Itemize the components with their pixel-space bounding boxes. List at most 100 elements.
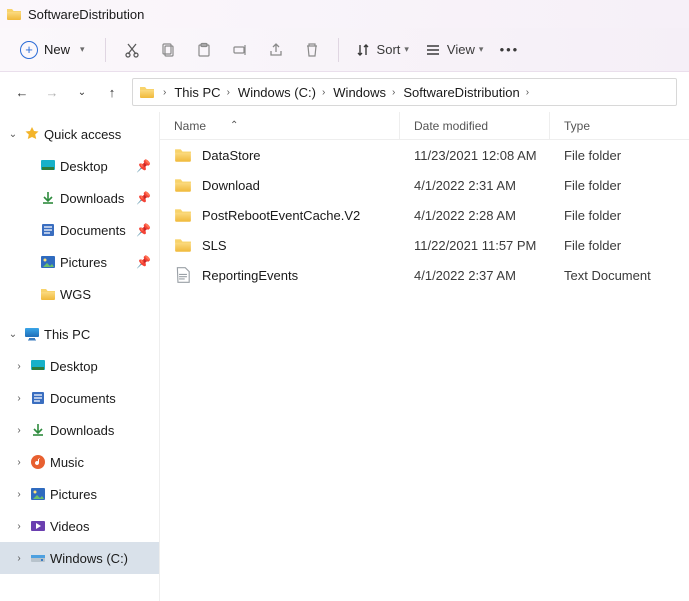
file-row[interactable]: Download 4/1/2022 2:31 AM File folder <box>160 170 689 200</box>
breadcrumb-softwaredistribution[interactable]: SoftwareDistribution› <box>401 85 531 100</box>
breadcrumb-windows[interactable]: Windows› <box>331 85 397 100</box>
chevron-right-icon[interactable]: › <box>12 361 26 372</box>
file-modified: 4/1/2022 2:37 AM <box>400 268 550 283</box>
sidebar-item-pc-documents[interactable]: › Documents <box>0 382 159 414</box>
sidebar-item-label: Videos <box>50 519 159 534</box>
column-modified[interactable]: Date modified <box>400 112 550 139</box>
star-icon <box>24 126 40 142</box>
sidebar-item-pc-pictures[interactable]: › Pictures <box>0 478 159 510</box>
share-button[interactable] <box>260 34 292 66</box>
sidebar-quick-access[interactable]: ⌄ Quick access <box>0 118 159 150</box>
chevron-right-icon[interactable]: › <box>12 425 26 436</box>
chevron-down-icon: ▾ <box>479 44 484 55</box>
sidebar-item-pc-cdrive[interactable]: › Windows (C:) <box>0 542 159 574</box>
chevron-down-icon: ▾ <box>404 44 409 55</box>
text-file-icon <box>174 266 192 284</box>
trash-icon <box>304 42 320 58</box>
sidebar-item-pc-downloads[interactable]: › Downloads <box>0 414 159 446</box>
pin-icon: 📌 <box>136 191 151 205</box>
column-label: Type <box>564 119 590 133</box>
chevron-down-icon[interactable]: ⌄ <box>6 329 20 340</box>
delete-button[interactable] <box>296 34 328 66</box>
pin-icon: 📌 <box>136 223 151 237</box>
rename-button[interactable] <box>224 34 256 66</box>
document-icon <box>40 222 56 238</box>
chevron-down-icon[interactable]: ⌄ <box>6 129 20 140</box>
back-button[interactable]: ← <box>12 85 32 100</box>
breadcrumb-c-drive[interactable]: Windows (C:)› <box>236 85 327 100</box>
sidebar-item-label: Documents <box>50 391 159 406</box>
sidebar-item-label: This PC <box>44 327 159 342</box>
file-name: ReportingEvents <box>202 268 298 283</box>
plus-icon: + <box>20 41 38 59</box>
nav-row: ← → ⌄ ↑ › This PC› Windows (C:)› Windows… <box>0 72 689 112</box>
breadcrumb-label: This PC <box>174 85 220 100</box>
sidebar-item-label: Downloads <box>50 423 159 438</box>
forward-button[interactable]: → <box>42 85 62 100</box>
video-icon <box>30 518 46 534</box>
cut-icon <box>124 42 140 58</box>
cut-button[interactable] <box>116 34 148 66</box>
sort-icon <box>355 42 371 58</box>
file-row[interactable]: DataStore 11/23/2021 12:08 AM File folde… <box>160 140 689 170</box>
file-type: File folder <box>550 148 689 163</box>
breadcrumb-label: Windows (C:) <box>238 85 316 100</box>
column-type[interactable]: Type <box>550 119 689 133</box>
view-button[interactable]: View ▾ <box>419 34 489 66</box>
file-row[interactable]: SLS 11/22/2021 11:57 PM File folder <box>160 230 689 260</box>
sidebar-item-label: WGS <box>60 287 159 302</box>
address-bar[interactable]: › This PC› Windows (C:)› Windows› Softwa… <box>132 78 677 106</box>
sidebar-item-documents[interactable]: › Documents 📌 <box>0 214 159 246</box>
file-name: Download <box>202 178 260 193</box>
sidebar-item-pc-videos[interactable]: › Videos <box>0 510 159 542</box>
chevron-right-icon[interactable]: › <box>12 457 26 468</box>
sidebar-item-downloads[interactable]: › Downloads 📌 <box>0 182 159 214</box>
view-label: View <box>447 42 475 57</box>
copy-button[interactable] <box>152 34 184 66</box>
chevron-down-icon: ▾ <box>80 44 85 55</box>
chevron-right-icon[interactable]: › <box>12 521 26 532</box>
file-type: Text Document <box>550 268 689 283</box>
window-title: SoftwareDistribution <box>28 7 144 22</box>
sidebar-item-pc-desktop[interactable]: › Desktop <box>0 350 159 382</box>
sidebar-item-pc-music[interactable]: › Music <box>0 446 159 478</box>
file-row[interactable]: ReportingEvents 4/1/2022 2:37 AM Text Do… <box>160 260 689 290</box>
chevron-right-icon[interactable]: › <box>12 489 26 500</box>
sidebar-item-label: Desktop <box>50 359 159 374</box>
folder-icon <box>174 206 192 224</box>
sidebar-item-wgs[interactable]: › WGS <box>0 278 159 310</box>
more-button[interactable]: ••• <box>493 34 525 66</box>
file-row[interactable]: PostRebootEventCache.V2 4/1/2022 2:28 AM… <box>160 200 689 230</box>
file-type: File folder <box>550 178 689 193</box>
recent-button[interactable]: ⌄ <box>72 87 92 98</box>
sort-button[interactable]: Sort ▾ <box>349 34 415 66</box>
desktop-icon <box>30 358 46 374</box>
breadcrumb-label: Windows <box>333 85 386 100</box>
picture-icon <box>40 254 56 270</box>
sidebar-this-pc[interactable]: ⌄ This PC <box>0 318 159 350</box>
column-name[interactable]: Name ⌃ <box>160 112 400 139</box>
sidebar-item-label: Downloads <box>60 191 132 206</box>
sidebar-item-pictures[interactable]: › Pictures 📌 <box>0 246 159 278</box>
new-button[interactable]: + New ▾ <box>10 34 95 66</box>
drive-icon <box>30 550 46 566</box>
chevron-right-icon[interactable]: › <box>12 553 26 564</box>
paste-button[interactable] <box>188 34 220 66</box>
picture-icon <box>30 486 46 502</box>
up-button[interactable]: ↑ <box>102 85 122 100</box>
view-icon <box>425 42 441 58</box>
chevron-right-icon[interactable]: › <box>12 393 26 404</box>
sidebar-item-desktop[interactable]: › Desktop 📌 <box>0 150 159 182</box>
music-icon <box>30 454 46 470</box>
download-icon <box>40 190 56 206</box>
breadcrumb-this-pc[interactable]: This PC› <box>172 85 232 100</box>
sidebar-item-label: Documents <box>60 223 132 238</box>
separator <box>338 38 339 62</box>
document-icon <box>30 390 46 406</box>
file-modified: 11/23/2021 12:08 AM <box>400 148 550 163</box>
breadcrumb-root-chevron[interactable]: › <box>161 87 168 98</box>
column-label: Name <box>174 119 206 133</box>
folder-icon <box>174 236 192 254</box>
folder-icon <box>139 84 155 100</box>
toolbar: + New ▾ Sort ▾ View ▾ ••• <box>0 28 689 72</box>
